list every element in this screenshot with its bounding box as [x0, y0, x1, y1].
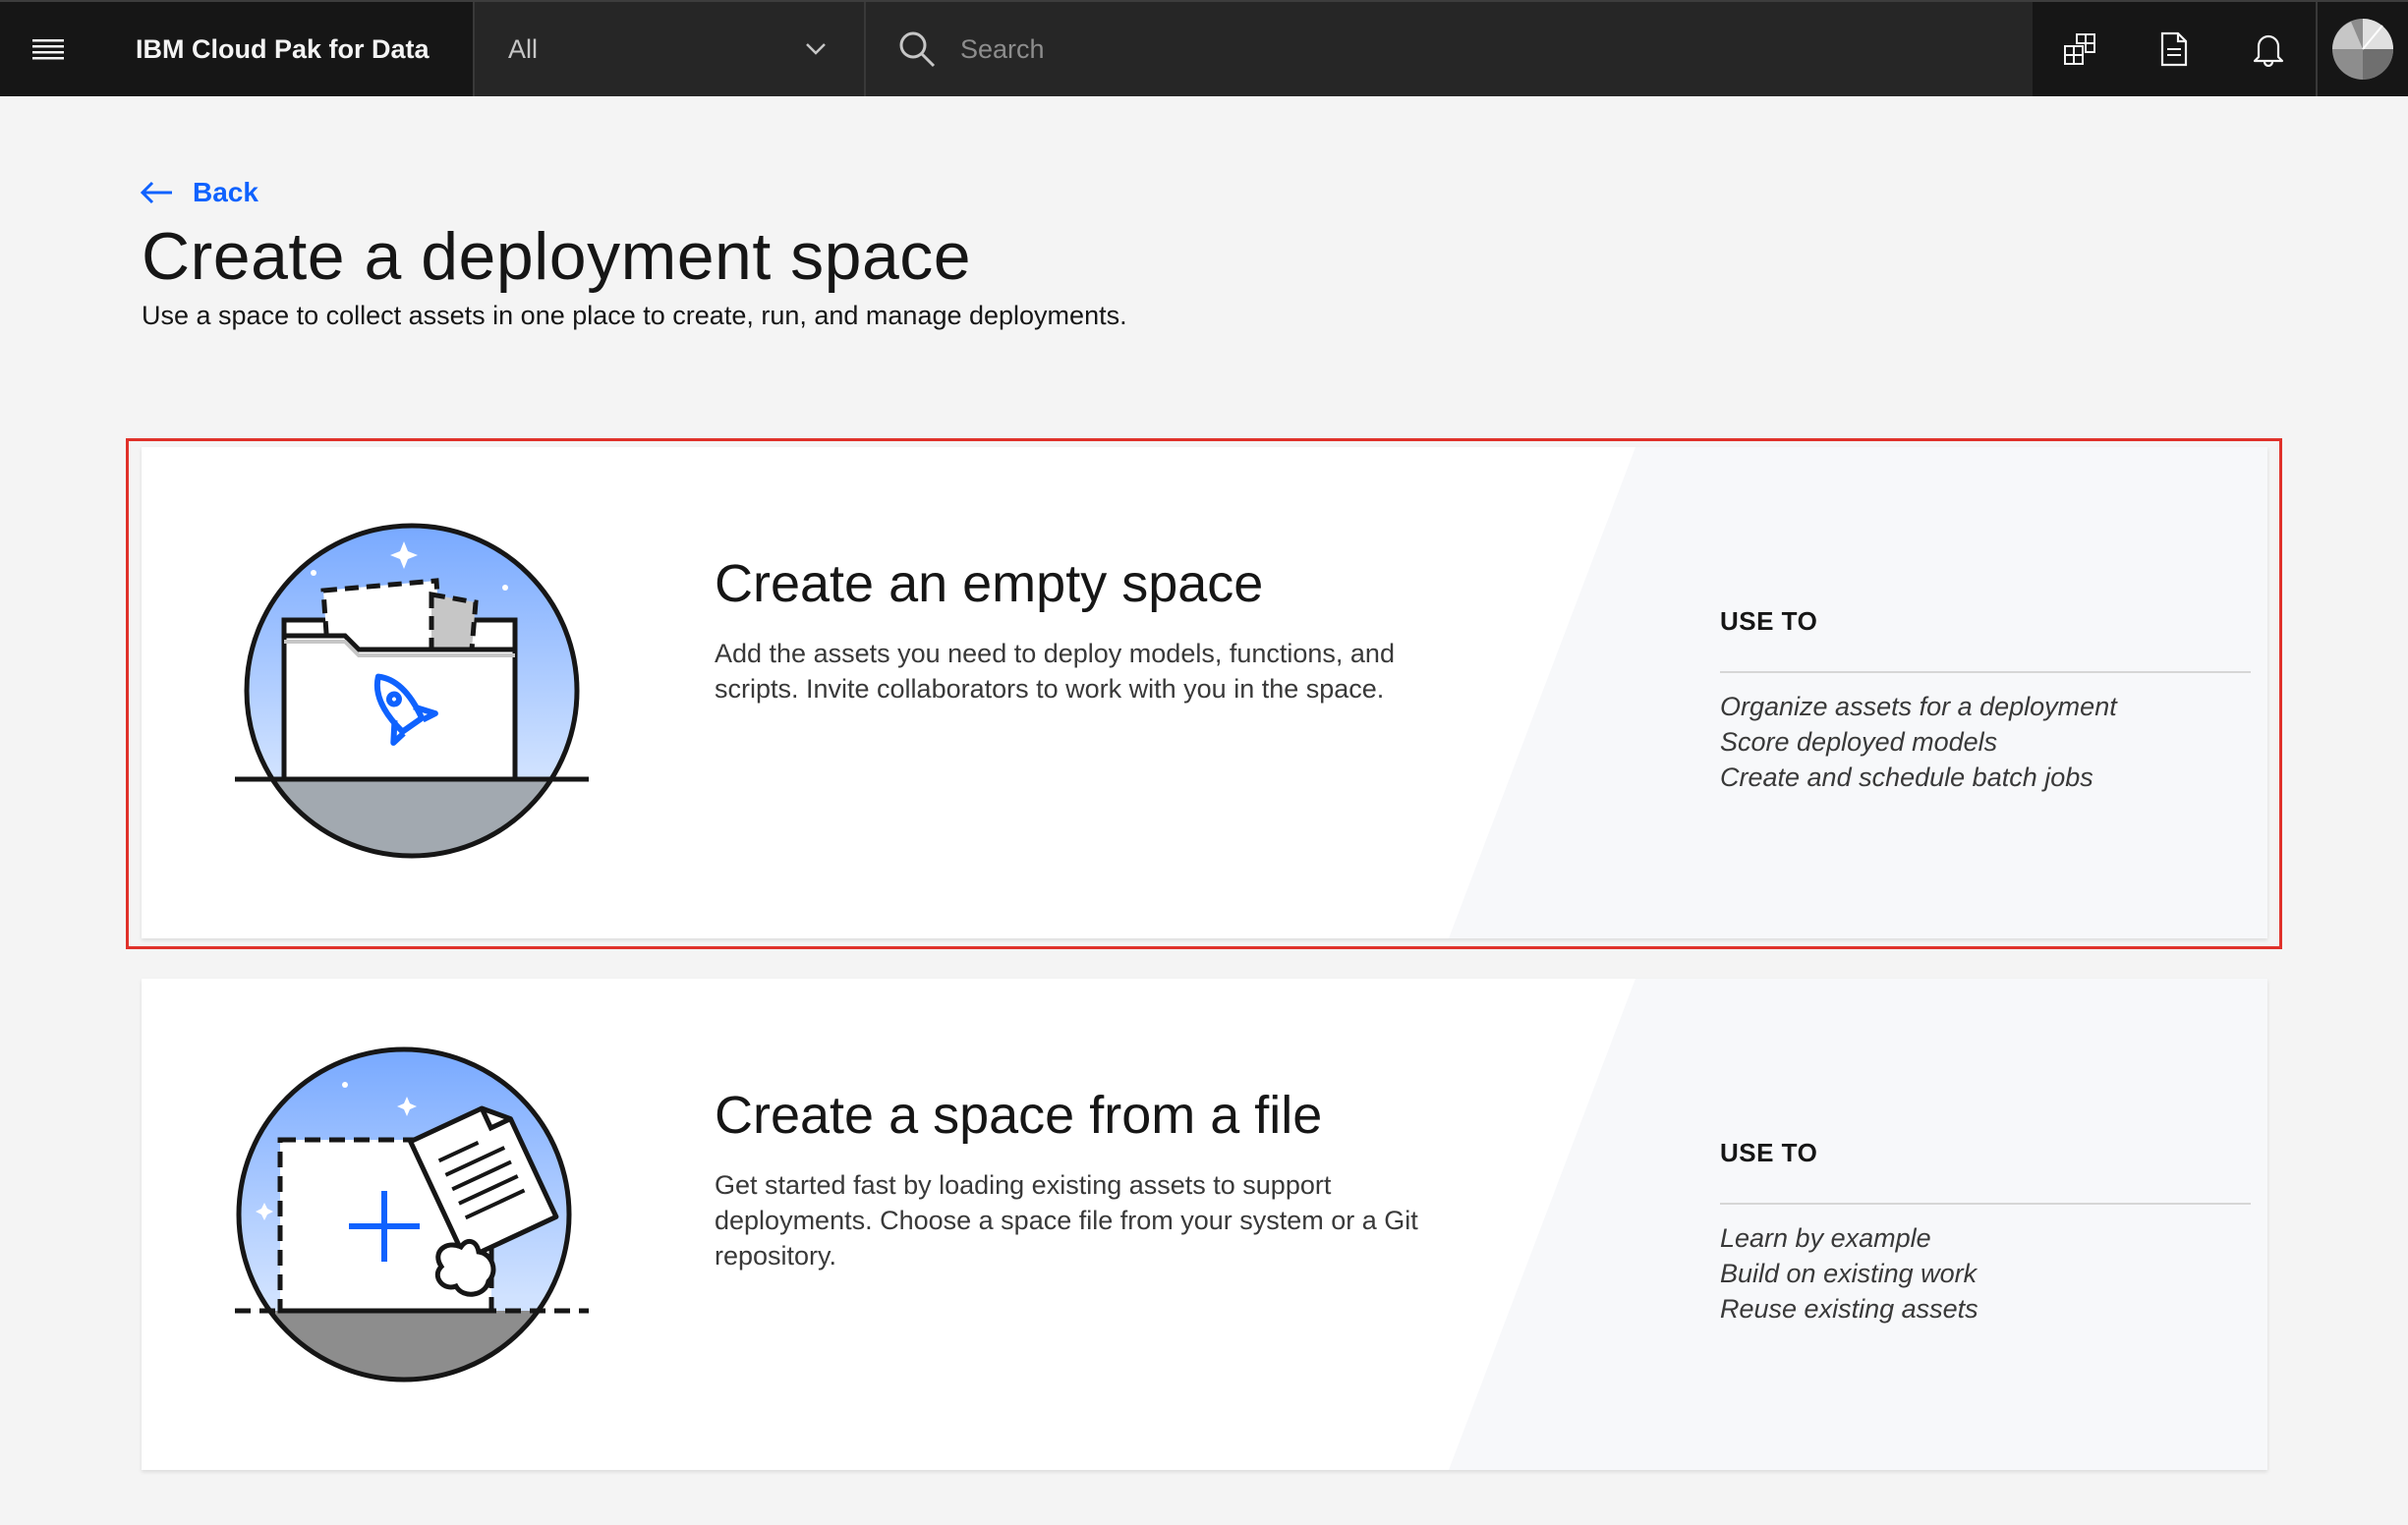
header-tools	[2033, 2, 2408, 96]
scope-dropdown-value: All	[508, 33, 539, 64]
use-case-item: Learn by example	[1720, 1223, 1931, 1253]
user-avatar-button[interactable]	[2316, 2, 2408, 96]
create-empty-space-tile[interactable]: Create an empty space Add the assets you…	[142, 447, 2267, 938]
document-icon	[2160, 31, 2188, 67]
search-bar[interactable]	[866, 2, 2033, 96]
create-space-from-file-tile[interactable]: Create a space from a file Get started f…	[142, 979, 2267, 1470]
folder-rocket-illustration	[235, 523, 589, 859]
avatar	[2332, 19, 2393, 80]
catalog-icon	[2064, 33, 2095, 65]
product-name[interactable]: IBM Cloud Pak for Data	[96, 2, 473, 96]
use-to-heading: USE TO	[1720, 1138, 1818, 1167]
menu-button[interactable]	[0, 2, 96, 96]
notifications-button[interactable]	[2221, 2, 2316, 96]
divider	[1720, 1203, 2251, 1205]
use-cases-list: Learn by example Build on existing work …	[1720, 1220, 1978, 1327]
back-link[interactable]: Back	[140, 177, 258, 208]
search-icon	[899, 31, 936, 68]
use-case-item: Organize assets for a deployment	[1720, 692, 2117, 721]
tile-title: Create a space from a file	[715, 1086, 1323, 1145]
tile-description: Add the assets you need to deploy models…	[715, 639, 1395, 704]
page-title: Create a deployment space	[142, 219, 972, 294]
use-to-heading: USE TO	[1720, 606, 1818, 636]
search-input[interactable]	[960, 33, 1550, 65]
page-subtitle: Use a space to collect assets in one pla…	[142, 301, 1127, 330]
documentation-button[interactable]	[2127, 2, 2221, 96]
tile-title: Create an empty space	[715, 554, 1264, 613]
use-case-item: Create and schedule batch jobs	[1720, 762, 2093, 792]
divider	[1720, 671, 2251, 673]
use-cases-list: Organize assets for a deployment Score d…	[1720, 689, 2117, 795]
top-navigation-bar: IBM Cloud Pak for Data All	[0, 0, 2408, 96]
use-case-item: Reuse existing assets	[1720, 1294, 1978, 1324]
notification-icon	[2253, 34, 2284, 67]
arrow-left-icon	[140, 181, 172, 204]
back-link-label: Back	[193, 177, 258, 207]
file-import-illustration	[235, 1046, 589, 1383]
use-case-item: Build on existing work	[1720, 1259, 1978, 1288]
use-case-item: Score deployed models	[1720, 727, 1998, 757]
catalog-button[interactable]	[2033, 2, 2127, 96]
menu-icon	[32, 39, 64, 60]
scope-dropdown[interactable]: All	[473, 2, 866, 96]
chevron-down-icon	[806, 43, 826, 55]
tile-description: Get started fast by loading existing ass…	[715, 1170, 1418, 1271]
